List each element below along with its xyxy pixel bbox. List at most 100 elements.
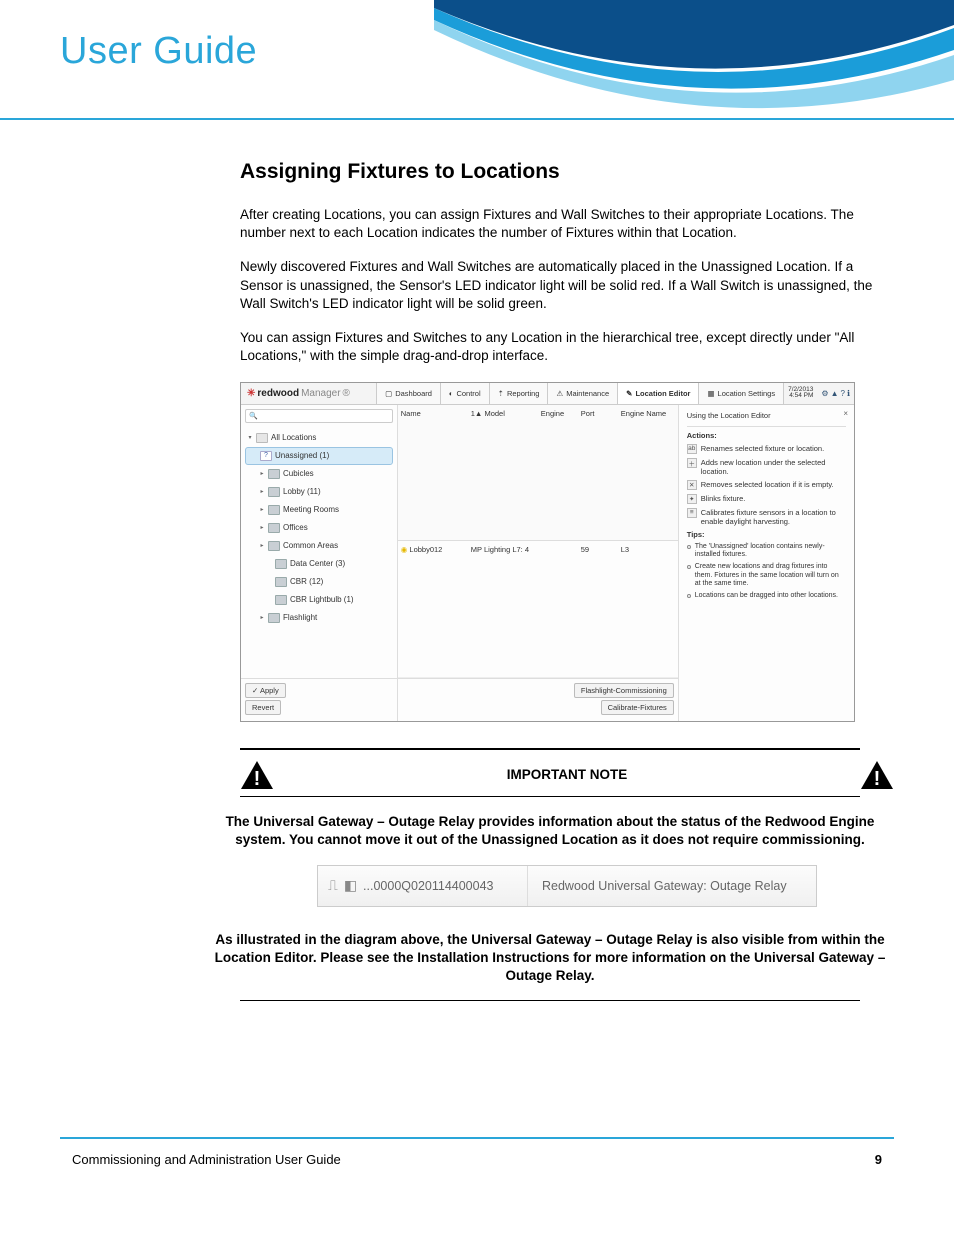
tree-root[interactable]: ▾All Locations [241, 429, 397, 447]
action-calibrate: Calibrates fixture sensors in a location… [701, 508, 846, 526]
search-input[interactable]: 🔍 [245, 409, 393, 423]
app-topbar: ✳ redwoodManager® ▢Dashboard ◐Control ⇡R… [241, 383, 854, 405]
close-icon[interactable]: × [843, 409, 848, 418]
gateway-desc: Redwood Universal Gateway: Outage Relay [528, 879, 787, 893]
control-icon: ◐ [449, 389, 454, 398]
note-label: IMPORTANT NOTE [507, 767, 628, 782]
actions-label: Actions: [687, 431, 846, 440]
tab-maintenance[interactable]: ⚠Maintenance [547, 383, 617, 404]
topbar-utility-icons: ⚙ ▲ ? ℹ [817, 383, 854, 404]
tree-item-data-center[interactable]: Data Center (3) [241, 555, 397, 573]
tab-location-editor[interactable]: ✎Location Editor [617, 383, 698, 404]
tree-unassigned[interactable]: ?Unassigned (1) [245, 447, 393, 465]
reporting-icon: ⇡ [498, 389, 504, 398]
gateway-row: ⎍ ◧ ...0000Q020114400043 Redwood Univers… [317, 865, 817, 907]
device-icon: ◧ [344, 877, 357, 894]
paragraph-2: Newly discovered Fixtures and Wall Switc… [240, 258, 894, 313]
gear-icon[interactable]: ⚙ [821, 389, 828, 398]
globe-icon [256, 433, 268, 443]
tab-dashboard[interactable]: ▢Dashboard [376, 383, 440, 404]
tree-item-cubicles[interactable]: ▸Cubicles [241, 465, 397, 483]
col-port[interactable]: Port [578, 405, 618, 542]
paragraph-3: You can assign Fixtures and Switches to … [240, 329, 894, 365]
bulb-icon: ◉ [401, 545, 408, 554]
bullet-icon [687, 565, 691, 569]
fixture-grid: Name 1▲ Model Engine Port Engine Name ◉ … [398, 405, 678, 678]
remove-icon: ✕ [687, 480, 697, 490]
calibrate-fixtures-button[interactable]: Calibrate-Fixtures [601, 700, 674, 715]
info-icon[interactable]: ℹ [847, 389, 850, 398]
note-rule-bottom [240, 1000, 860, 1001]
tree-item-offices[interactable]: ▸Offices [241, 519, 397, 537]
svg-text:!: ! [254, 768, 261, 790]
folder-icon [268, 541, 280, 551]
col-name[interactable]: Name [398, 405, 468, 542]
fixture-grid-panel: Name 1▲ Model Engine Port Engine Name ◉ … [398, 405, 678, 721]
blink-icon: ✦ [687, 494, 697, 504]
user-icon[interactable]: ▲ [831, 389, 839, 398]
col-model[interactable]: 1▲ Model [468, 405, 538, 542]
tab-location-settings[interactable]: ▦Location Settings [698, 383, 783, 404]
folder-icon [275, 595, 287, 605]
tree-item-lobby[interactable]: ▸Lobby (11) [241, 483, 397, 501]
help-title: Using the Location Editor [687, 411, 846, 420]
grid-buttons: Flashlight-Commissioning Calibrate-Fixtu… [398, 678, 678, 721]
gateway-id: ...0000Q020114400043 [363, 879, 493, 893]
content-area: Assigning Fixtures to Locations After cr… [0, 120, 954, 1001]
brand-icon: ✳ [247, 388, 255, 399]
brand-bold: redwood [257, 388, 299, 399]
app-datetime: 7/2/2013 4:54 PM [783, 383, 817, 404]
col-engine[interactable]: Engine [538, 405, 578, 542]
warning-icon: ! [860, 760, 894, 790]
folder-icon [268, 613, 280, 623]
help-icon[interactable]: ? [841, 389, 845, 398]
maintenance-icon: ⚠ [556, 389, 563, 398]
tree-item-meeting-rooms[interactable]: ▸Meeting Rooms [241, 501, 397, 519]
col-engine-name[interactable]: Engine Name [618, 405, 678, 542]
section-heading: Assigning Fixtures to Locations [240, 160, 894, 184]
dashboard-icon: ▢ [385, 389, 392, 398]
tree-item-cbr-lightbulb[interactable]: CBR Lightbulb (1) [241, 591, 397, 609]
rename-icon: ab [687, 444, 697, 454]
cell-name[interactable]: ◉ Lobby012 [398, 541, 468, 678]
bullet-icon [687, 594, 691, 598]
pulse-icon: ⎍ [328, 877, 338, 894]
apply-button[interactable]: ✓ Apply [245, 683, 286, 698]
action-rename: Renames selected fixture or location. [701, 444, 824, 453]
help-panel: × Using the Location Editor Actions: ab R… [678, 405, 854, 721]
app-tabs: ▢Dashboard ◐Control ⇡Reporting ⚠Maintena… [376, 383, 854, 404]
tab-reporting[interactable]: ⇡Reporting [489, 383, 548, 404]
flashlight-commissioning-button[interactable]: Flashlight-Commissioning [574, 683, 674, 698]
tree-item-common-areas[interactable]: ▸Common Areas [241, 537, 397, 555]
warning-icon: ! [240, 760, 274, 790]
folder-icon [268, 505, 280, 515]
tab-control[interactable]: ◐Control [440, 383, 489, 404]
note-text-1: The Universal Gateway – Outage Relay pro… [200, 813, 900, 865]
tree-buttons: ✓ Apply Revert [241, 678, 397, 721]
header-swoosh-graphic [434, 0, 954, 120]
search-icon: 🔍 [249, 412, 258, 420]
footer-page-number: 9 [875, 1152, 882, 1167]
tree-item-cbr[interactable]: CBR (12) [241, 573, 397, 591]
calibrate-icon: ≡ [687, 508, 697, 518]
note-text-2: As illustrated in the diagram above, the… [190, 931, 910, 986]
pencil-icon: ✎ [626, 389, 632, 398]
tree-item-flashlight[interactable]: ▸Flashlight [241, 609, 397, 627]
svg-text:!: ! [874, 768, 881, 790]
note-rule-mid [240, 796, 860, 797]
footer-rule [60, 1137, 894, 1139]
folder-icon [268, 487, 280, 497]
revert-button[interactable]: Revert [245, 700, 281, 715]
tip-3: Locations can be dragged into other loca… [695, 592, 838, 600]
cell-engine [538, 541, 578, 678]
brand-thin: Manager [301, 388, 340, 399]
bullet-icon [687, 545, 691, 549]
add-icon: ＋ [687, 458, 697, 468]
folder-icon [268, 469, 280, 479]
app-brand: ✳ redwoodManager® [241, 388, 350, 399]
location-tree: ▾All Locations ?Unassigned (1) ▸Cubicles… [241, 427, 397, 678]
action-add: Adds new location under the selected loc… [701, 458, 846, 476]
cell-model: MP Lighting L7: 4 [468, 541, 538, 678]
folder-icon [275, 577, 287, 587]
tip-1: The 'Unassigned' location contains newly… [695, 543, 846, 560]
